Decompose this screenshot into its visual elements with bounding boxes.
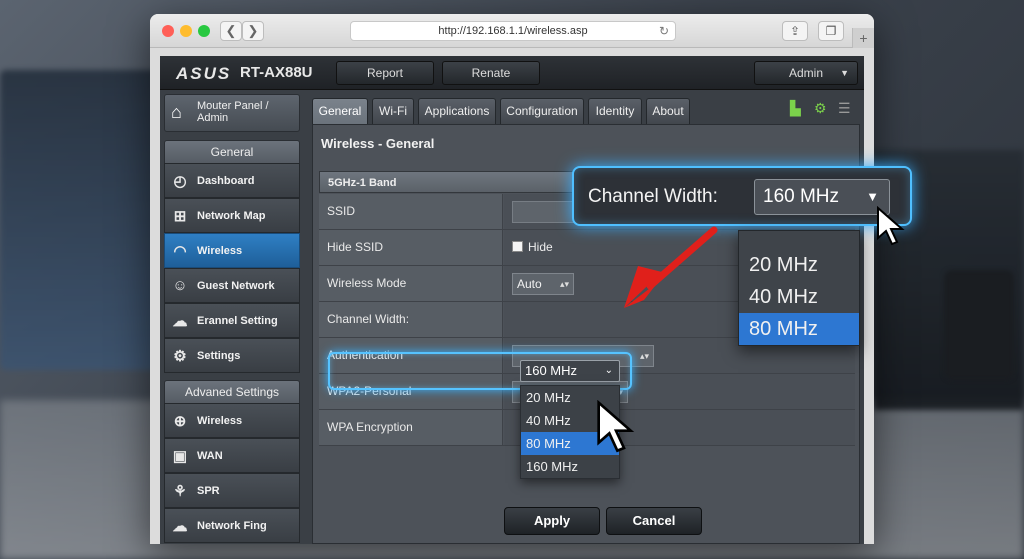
admin-label: Admin [788, 66, 823, 80]
panel-line1: Mouter Panel / [197, 100, 269, 112]
sidebar-item-wireless[interactable]: ◠ Wireless [164, 233, 300, 268]
callout-label: Channel Width: [588, 186, 718, 207]
label-wpa-encryption: WPA Encryption [319, 410, 503, 445]
zoom-callout: Channel Width: 160 MHz ▼ [572, 166, 912, 226]
page-title: Wireless - General [321, 136, 435, 151]
background-monitor [0, 70, 160, 370]
wan-icon: ▣ [172, 448, 188, 465]
apply-button[interactable]: Apply [504, 507, 600, 535]
sidebar-item-wan[interactable]: ▣ WAN [164, 438, 300, 473]
caret-down-icon: ▼ [840, 68, 849, 78]
hide-ssid-checkbox[interactable] [512, 241, 523, 252]
callout-option-80mhz[interactable]: 80 MHz [739, 313, 859, 345]
sidebar-item-adv-wireless[interactable]: ⊕ Wireless [164, 403, 300, 438]
callout-option-40mhz[interactable]: 40 MHz [739, 281, 859, 313]
label-ssid: SSID [319, 194, 503, 229]
sidebar-item-network-fing[interactable]: ☁ Network Fing [164, 508, 300, 543]
callout-option-20mhz[interactable]: 20 MHz [739, 249, 859, 281]
label-channel-width: Channel Width: [319, 302, 503, 337]
wifi-icon: ◠ [173, 243, 187, 260]
chevron-down-icon: ⌄ [604, 365, 613, 376]
window-minimize-button[interactable] [180, 25, 192, 37]
tabs-overview-button[interactable]: ❐ [818, 21, 844, 41]
wireless-mode-select[interactable]: Auto ▴▾ [512, 273, 574, 295]
chevron-right-icon: ❯ [247, 23, 259, 38]
hide-checkbox-label: Hide [528, 240, 553, 254]
chart-icon[interactable]: ▙ [790, 100, 801, 117]
stepper-icon: ▴▾ [639, 351, 649, 361]
option-160mhz[interactable]: 160 MHz [521, 455, 619, 478]
router-header: ASUS RT-AX88U Report Renate Admin ▼ [160, 56, 864, 90]
report-button[interactable]: Report [336, 61, 434, 85]
tab-applications[interactable]: Applications [418, 98, 496, 124]
admin-menu-button[interactable]: Admin ▼ [754, 61, 858, 85]
label-hide-ssid: Hide SSID [319, 230, 503, 265]
cancel-button[interactable]: Cancel [606, 507, 702, 535]
globe-icon: ⊕ [173, 413, 187, 430]
spr-icon: ⚘ [173, 483, 187, 500]
label-wireless-mode: Wireless Mode [319, 266, 503, 301]
cloud-lock-icon: ☁ [172, 313, 188, 330]
tab-wifi[interactable]: Wi-Fi [372, 98, 414, 124]
tab-general[interactable]: General [312, 98, 368, 124]
window-close-button[interactable] [162, 25, 174, 37]
router-model: RT-AX88U [240, 64, 313, 81]
sidebar-item-channel-setting[interactable]: ☁ Erannel Setting [164, 303, 300, 338]
gear-icon[interactable]: ⚙ [814, 100, 827, 117]
panel-line2: Admin [197, 112, 229, 124]
mouse-cursor-icon [877, 206, 905, 246]
forward-button[interactable]: ❯ [242, 21, 264, 41]
tab-about[interactable]: About [646, 98, 690, 124]
sidebar-item-spr[interactable]: ⚘ SPR [164, 473, 300, 508]
tab-configuration[interactable]: Configuration [500, 98, 584, 124]
window-maximize-button[interactable] [198, 25, 210, 37]
share-icon: ⇪ [789, 24, 801, 38]
gauge-icon: ◴ [173, 173, 187, 190]
share-button[interactable]: ⇪ [782, 21, 808, 41]
callout-dropdown: 20 MHz 40 MHz 80 MHz [738, 230, 860, 346]
tabs-icon: ❐ [825, 24, 837, 38]
sidebar-item-dashboard[interactable]: ◴ Dashboard [164, 163, 300, 198]
chevron-left-icon: ❮ [225, 23, 237, 38]
menu-icon[interactable]: ☰ [838, 100, 851, 117]
red-arrow-icon [624, 226, 718, 308]
mouse-cursor-icon [597, 400, 635, 453]
tab-identity[interactable]: Identity [588, 98, 642, 124]
reload-icon[interactable]: ↻ [659, 22, 669, 40]
home-icon: ⌂ [171, 102, 182, 122]
gear-icon: ⚙ [173, 348, 187, 365]
renate-button[interactable]: Renate [442, 61, 540, 85]
stepper-icon: ▴▾ [559, 279, 569, 289]
sidebar-item-guest-network[interactable]: ☺ Guest Network [164, 268, 300, 303]
browser-titlebar: ❮ ❯ http://192.168.1.1/wireless.asp ↻ ⇪ … [150, 14, 874, 48]
network-map-icon: ⊞ [173, 208, 187, 225]
sidebar-item-network-map[interactable]: ⊞ Network Map [164, 198, 300, 233]
callout-select[interactable]: 160 MHz ▼ [754, 179, 890, 215]
router-panel-button[interactable]: ⌂ Mouter Panel / Admin [164, 94, 300, 132]
sidebar-item-settings[interactable]: ⚙ Settings [164, 338, 300, 373]
section-header-general: General [164, 140, 300, 164]
background-speaker [944, 270, 1014, 380]
address-bar[interactable]: http://192.168.1.1/wireless.asp ↻ [350, 21, 676, 41]
brand-logo: ASUS [176, 64, 232, 83]
channel-width-select[interactable]: 160 MHz ⌄ [520, 360, 620, 382]
users-icon: ☺ [172, 277, 188, 294]
section-header-advanced: Advaned Settings [164, 380, 300, 404]
cloud-network-icon: ☁ [172, 518, 188, 535]
back-button[interactable]: ❮ [220, 21, 242, 41]
new-tab-button[interactable]: + [852, 28, 874, 48]
url-text: http://192.168.1.1/wireless.asp [438, 25, 588, 37]
